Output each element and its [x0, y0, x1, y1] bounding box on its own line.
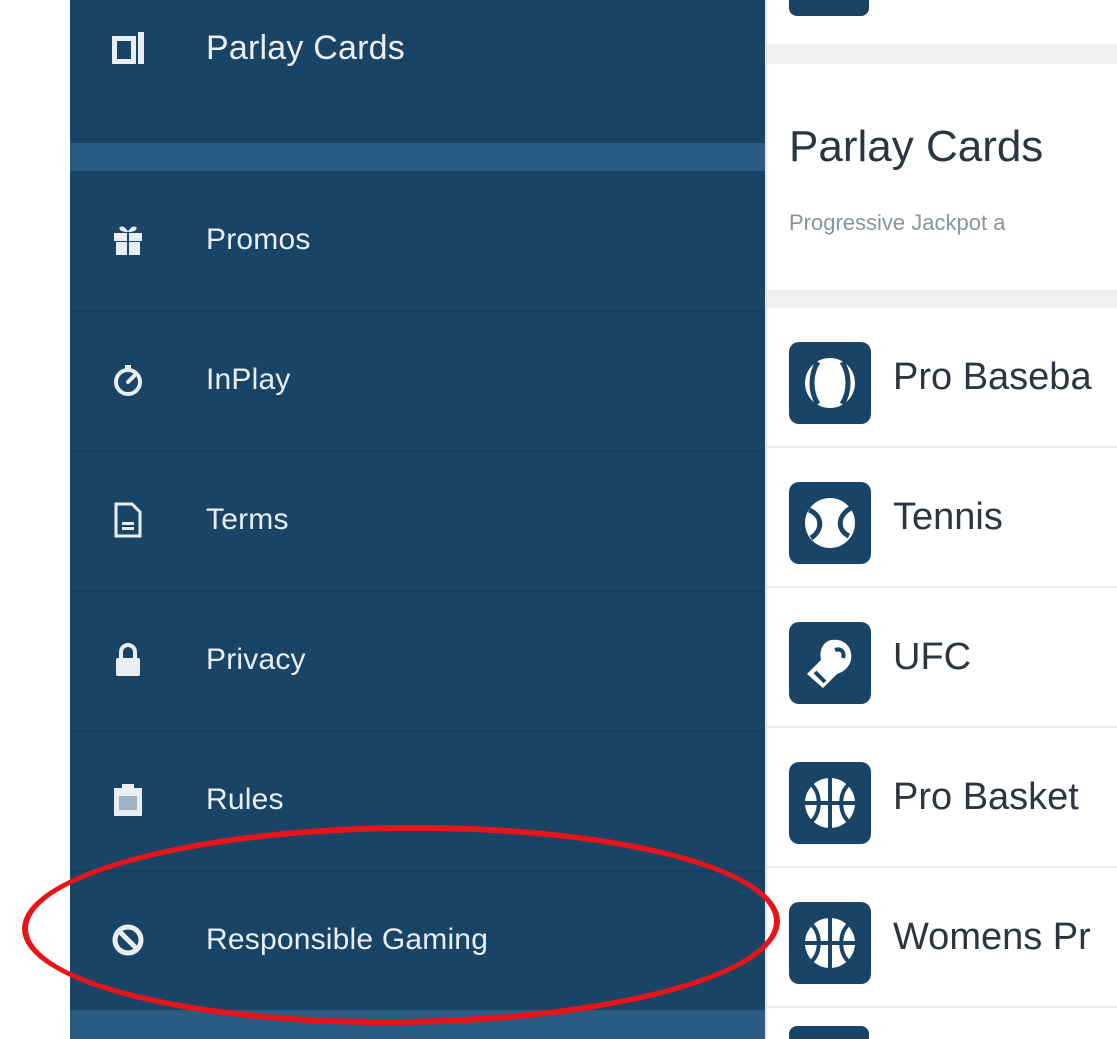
sidebar-item-inplay[interactable]: InPlay	[70, 340, 765, 420]
sidebar-item-responsible-gaming[interactable]: Responsible Gaming	[70, 900, 765, 980]
sidebar-item-parlay-cards[interactable]: Parlay Cards	[70, 8, 765, 88]
menu-separator	[70, 590, 765, 592]
sidebar-item-label: Terms	[206, 503, 289, 536]
parlay-cards-icon	[110, 30, 146, 66]
sport-icon-partial	[789, 0, 869, 16]
document-icon	[110, 502, 146, 538]
sport-label: Tennis	[893, 496, 1003, 538]
tennis-ball-icon	[789, 482, 871, 564]
sport-label: Pro Baseba	[893, 356, 1092, 398]
sport-label: Womens Pr	[893, 916, 1091, 958]
clipboard-icon	[110, 782, 146, 818]
menu-separator	[70, 730, 765, 732]
boxing-glove-icon	[789, 622, 871, 704]
sidebar-menu: Parlay Cards Promos InPlay Terms Privacy…	[70, 0, 765, 1039]
section-gap	[767, 44, 1117, 64]
sport-row-pro-basketball[interactable]: Pro Basket	[767, 726, 1117, 866]
sport-icon-partial	[789, 1026, 869, 1039]
basketball-icon	[789, 902, 871, 984]
stopwatch-icon	[110, 362, 146, 398]
main-content: Parlay Cards Progressive Jackpot a Pro B…	[765, 0, 1117, 1039]
gift-icon	[110, 222, 146, 258]
sidebar-item-label: InPlay	[206, 363, 291, 396]
sidebar-item-label: Privacy	[206, 643, 306, 676]
sport-label: Pro Basket	[893, 776, 1079, 818]
sport-row-ufc[interactable]: UFC	[767, 586, 1117, 726]
sidebar-item-promos[interactable]: Promos	[70, 200, 765, 280]
sidebar-item-terms[interactable]: Terms	[70, 480, 765, 560]
sidebar-item-label: Promos	[206, 223, 311, 256]
row-separator	[767, 1006, 1117, 1008]
sidebar-item-rules[interactable]: Rules	[70, 760, 765, 840]
sport-row-womens-pro-basketball[interactable]: Womens Pr	[767, 866, 1117, 1006]
sidebar-item-label: Responsible Gaming	[206, 923, 489, 956]
menu-separator	[70, 870, 765, 872]
menu-section-divider	[70, 1010, 765, 1039]
menu-section-divider	[70, 143, 765, 171]
sidebar-item-privacy[interactable]: Privacy	[70, 620, 765, 700]
basketball-icon	[789, 762, 871, 844]
sidebar-item-label: Rules	[206, 783, 284, 816]
section-title: Parlay Cards	[789, 122, 1044, 171]
lock-icon	[110, 642, 146, 678]
sidebar-item-label: Parlay Cards	[206, 28, 405, 67]
menu-separator	[70, 450, 765, 452]
section-subtitle: Progressive Jackpot a	[789, 210, 1006, 235]
baseball-icon	[789, 342, 871, 424]
prohibited-icon	[110, 922, 146, 958]
left-margin	[0, 0, 70, 1039]
sport-row-tennis[interactable]: Tennis	[767, 446, 1117, 586]
sport-row-pro-baseball[interactable]: Pro Baseba	[767, 306, 1117, 446]
sport-label: UFC	[893, 636, 972, 678]
menu-separator	[70, 310, 765, 312]
